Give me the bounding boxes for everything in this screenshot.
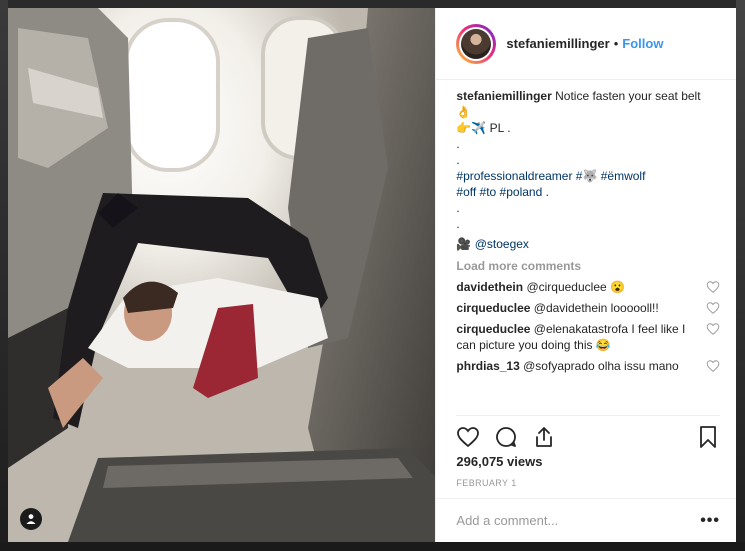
caption-credit-mention[interactable]: @stoegex [475,237,529,251]
actions-divider [456,415,720,416]
comment-username[interactable]: cirqueduclee [456,322,530,336]
share-icon[interactable] [532,425,556,449]
comment-item: cirqueduclee @davidethein loooooll!! [456,300,720,316]
caption-emoji-line-1: 👌 [456,105,472,119]
caption-emoji-line-2: 👉✈️ PL . [456,121,511,135]
heart-icon[interactable] [706,322,720,336]
caption-dot: . [456,153,460,167]
avatar-inner [459,26,494,61]
caption-username[interactable]: stefaniemillinger [456,89,551,103]
bookmark-icon[interactable] [696,425,720,449]
backdrop-right [736,0,745,551]
comment-text: @sofyaprado olha issu mano [523,359,679,373]
caption-dot: . [456,217,460,231]
caption-dot: . [456,201,460,215]
caption-hashtags[interactable]: #off #to #poland . [456,184,720,200]
post-photo[interactable] [8,8,436,542]
post-modal: stefaniemillinger • Follow stefaniemilli… [8,8,736,542]
post-header: stefaniemillinger • Follow [436,8,736,80]
comment-username[interactable]: phrdias_13 [456,359,519,373]
comment-box: ••• [456,499,720,542]
heart-icon[interactable] [706,359,720,373]
add-comment-input[interactable] [456,513,701,528]
header-username[interactable]: stefaniemillinger [506,36,609,51]
heart-icon[interactable] [456,425,480,449]
comment-text: @davidethein loooooll!! [533,301,659,315]
caption-text: Notice fasten your seat belt [555,89,701,103]
heart-icon[interactable] [706,301,720,315]
more-options-button[interactable]: ••• [700,512,720,530]
follow-button[interactable]: Follow [622,36,663,51]
comment-username[interactable]: cirqueduclee [456,301,530,315]
comment-item: cirqueduclee @elenakatastrofa I feel lik… [456,321,720,353]
post-actions [456,424,720,450]
comment-text: @cirqueduclee 😮 [526,280,625,294]
caption: stefaniemillinger Notice fasten your sea… [456,88,720,252]
caption-dot: . [456,137,460,151]
header-separator: • [613,36,619,51]
comment-item: davidethein @cirqueduclee 😮 [456,279,720,295]
comment-item: phrdias_13 @sofyaprado olha issu mano [456,358,720,374]
camera-icon: 🎥 [456,237,472,251]
load-more-comments-button[interactable]: Load more comments [456,258,720,274]
avatar-image [461,28,492,59]
comment-icon[interactable] [494,425,518,449]
user-tag-button[interactable] [20,508,42,530]
post-date[interactable]: FEBRUARY 1 [456,478,516,488]
caption-hashtags[interactable]: #professionaldreamer #🐺 #ëmwolf [456,168,720,184]
view-count[interactable]: 296,075 views [456,454,542,469]
backdrop-left [0,0,8,551]
airplane-cabin-photo [8,8,436,542]
comment-username[interactable]: davidethein [456,280,523,294]
post-side-panel: stefaniemillinger • Follow stefaniemilli… [435,8,736,542]
backdrop-bottom [0,542,745,551]
avatar[interactable] [456,23,497,64]
comments-list[interactable]: stefaniemillinger Notice fasten your sea… [456,88,720,394]
heart-icon[interactable] [706,280,720,294]
user-icon [26,514,36,524]
